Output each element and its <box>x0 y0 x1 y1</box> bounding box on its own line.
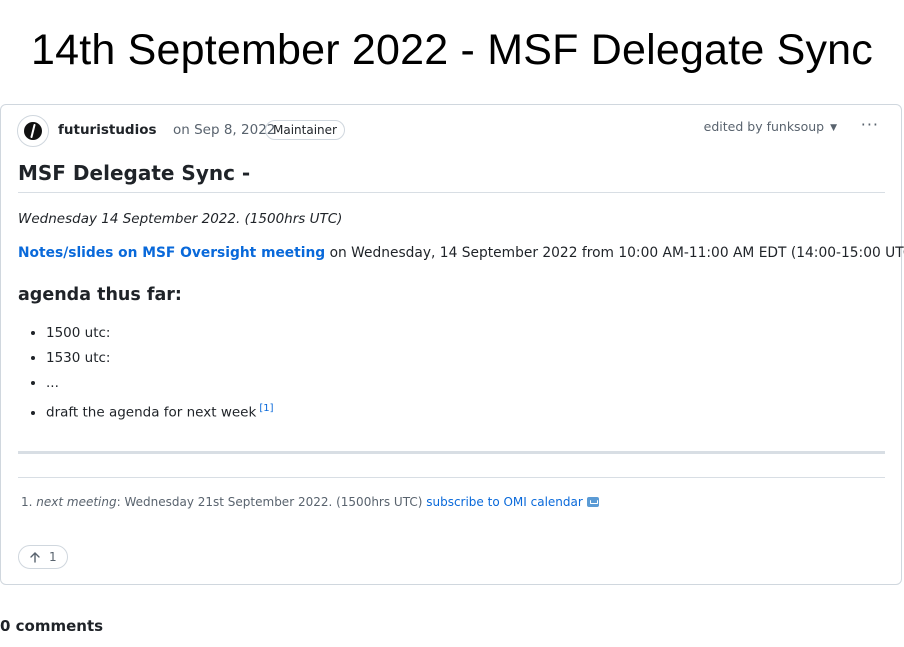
list-item: 1500 utc: <box>46 321 885 346</box>
notes-details: on Wednesday, 14 September 2022 from 10:… <box>325 245 904 261</box>
footnote: 1. next meeting: Wednesday 21st Septembe… <box>21 495 599 509</box>
notes-link[interactable]: Notes/slides on MSF Oversight meeting <box>18 245 325 261</box>
list-item: draft the agenda for next week[1] <box>46 396 885 426</box>
footnotes-divider <box>18 477 885 478</box>
futuri-logo-icon <box>24 122 42 140</box>
maintainer-badge: Maintainer <box>265 120 345 140</box>
post-body: MSF Delegate Sync - Wednesday 14 Septemb… <box>18 161 904 426</box>
edited-by-label: edited by funksoup <box>703 119 825 134</box>
footnote-ref-link[interactable]: [1] <box>259 403 273 414</box>
post-header: futuristudios on Sep 8, 2022 Maintainer … <box>17 115 885 147</box>
footnote-number: 1. <box>21 495 33 509</box>
arrow-up-icon <box>30 552 40 563</box>
agenda-heading: agenda thus far: <box>18 285 182 305</box>
back-arrow-icon[interactable] <box>586 497 599 507</box>
upvote-count: 1 <box>49 550 57 564</box>
author-link[interactable]: futuristudios <box>58 122 157 138</box>
agenda-item-text: draft the agenda for next week <box>46 404 257 421</box>
avatar[interactable] <box>17 115 49 147</box>
upvote-button[interactable]: 1 <box>18 545 68 569</box>
calendar-link[interactable]: subscribe to OMI calendar <box>426 495 583 509</box>
footnote-label: next meeting <box>36 495 117 509</box>
list-item: ... <box>46 371 885 396</box>
caret-down-icon: ▼ <box>830 122 837 133</box>
divider <box>18 451 885 454</box>
more-options-icon[interactable]: ··· <box>861 115 879 134</box>
agenda-list: 1500 utc: 1530 utc: ... draft the agenda… <box>18 321 885 426</box>
notes-line: Notes/slides on MSF Oversight meeting on… <box>18 245 904 261</box>
post-title: MSF Delegate Sync - <box>18 161 885 193</box>
list-item: 1530 utc: <box>46 346 885 371</box>
discussion-card: futuristudios on Sep 8, 2022 Maintainer … <box>0 104 904 585</box>
post-date[interactable]: on Sep 8, 2022 <box>173 122 275 138</box>
meeting-date: Wednesday 14 September 2022. (1500hrs UT… <box>18 211 343 227</box>
comments-count: 0 comments <box>0 617 104 635</box>
page-title: 14th September 2022 - MSF Delegate Sync <box>31 26 873 74</box>
footnote-text: : Wednesday 21st September 2022. (1500hr… <box>116 495 427 509</box>
edited-by-dropdown[interactable]: edited by funksoup ▼ <box>704 119 837 134</box>
